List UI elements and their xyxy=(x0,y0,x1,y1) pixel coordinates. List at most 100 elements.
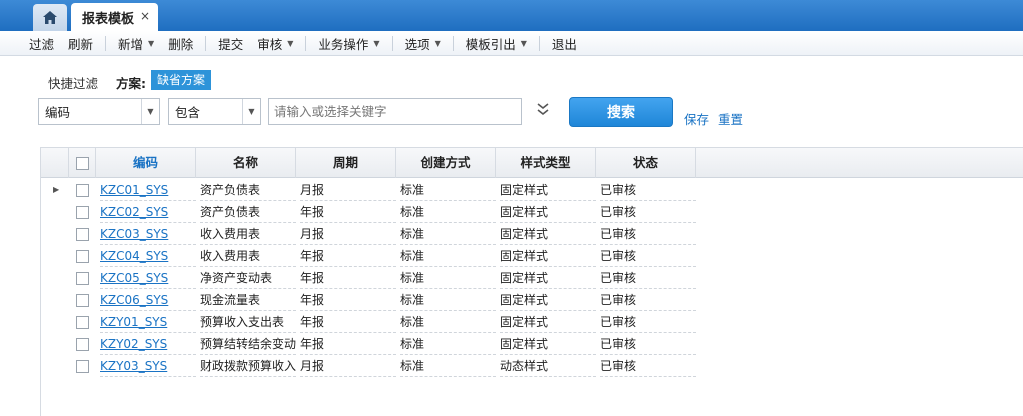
cell-status: 已审核 xyxy=(600,333,696,355)
table-row[interactable]: KZC04_SYS 收入费用表 年报 标准 固定样式 已审核 xyxy=(41,245,1023,267)
cell-create-method: 标准 xyxy=(400,267,496,289)
template-code-link[interactable]: KZY03_SYS xyxy=(100,359,167,373)
toolbar-button-4[interactable]: 提交 xyxy=(218,34,243,53)
toolbar-button-label: 刷新 xyxy=(68,36,94,52)
template-code-link[interactable]: KZC01_SYS xyxy=(100,183,168,197)
cell-code[interactable]: KZY03_SYS xyxy=(100,355,196,377)
template-code-link[interactable]: KZY02_SYS xyxy=(100,337,167,351)
cell-create-method: 标准 xyxy=(400,223,496,245)
table-row[interactable]: KZC06_SYS 现金流量表 年报 标准 固定样式 已审核 xyxy=(41,289,1023,311)
table-row[interactable]: KZY03_SYS 财政拨款预算收入 月报 标准 动态样式 已审核 xyxy=(41,355,1023,377)
row-checkbox[interactable] xyxy=(76,206,89,219)
toolbar-button-9[interactable]: 退出 xyxy=(552,34,577,53)
cell-name: 资产负债表 xyxy=(200,201,296,223)
cell-period: 年报 xyxy=(300,333,396,355)
cell-code[interactable]: KZC04_SYS xyxy=(100,245,196,267)
home-icon xyxy=(43,11,57,24)
toolbar-button-2[interactable]: 新增 ▼ xyxy=(118,34,154,53)
row-checkbox[interactable] xyxy=(76,316,89,329)
row-checkbox[interactable] xyxy=(76,228,89,241)
table-row[interactable]: KZC02_SYS 资产负债表 年报 标准 固定样式 已审核 xyxy=(41,201,1023,223)
table-row[interactable]: KZC05_SYS 净资产变动表 年报 标准 固定样式 已审核 xyxy=(41,267,1023,289)
cell-style-type: 固定样式 xyxy=(500,201,596,223)
row-checkbox[interactable] xyxy=(76,184,89,197)
cell-code[interactable]: KZC03_SYS xyxy=(100,223,196,245)
template-code-link[interactable]: KZC05_SYS xyxy=(100,271,168,285)
template-code-link[interactable]: KZY01_SYS xyxy=(100,315,167,329)
toolbar-button-label: 审核 xyxy=(257,36,283,52)
column-header-style-type[interactable]: 样式类型 xyxy=(496,148,596,178)
toolbar-button-1[interactable]: 刷新 xyxy=(68,34,93,53)
cell-style-type: 固定样式 xyxy=(500,333,596,355)
row-select-cell xyxy=(76,333,96,355)
cell-style-type: 固定样式 xyxy=(500,179,596,201)
cell-period: 年报 xyxy=(300,267,396,289)
template-code-link[interactable]: KZC02_SYS xyxy=(100,205,168,219)
cell-code[interactable]: KZC05_SYS xyxy=(100,267,196,289)
toolbar-button-7[interactable]: 选项 ▼ xyxy=(405,34,441,53)
tab-home[interactable] xyxy=(33,4,67,31)
table-row[interactable]: KZC03_SYS 收入费用表 月报 标准 固定样式 已审核 xyxy=(41,223,1023,245)
chevron-down-icon[interactable]: ▼ xyxy=(141,99,159,124)
cell-code[interactable]: KZC02_SYS xyxy=(100,201,196,223)
toolbar-button-label: 业务操作 xyxy=(318,36,369,52)
column-header-create-method[interactable]: 创建方式 xyxy=(396,148,496,178)
close-icon[interactable]: × xyxy=(140,9,150,23)
row-checkbox[interactable] xyxy=(76,294,89,307)
column-header-code[interactable]: 编码 xyxy=(96,148,196,178)
search-button[interactable]: 搜索 xyxy=(569,97,673,127)
cell-name: 现金流量表 xyxy=(200,289,296,311)
cell-create-method: 标准 xyxy=(400,311,496,333)
row-checkbox[interactable] xyxy=(76,360,89,373)
toolbar-button-8[interactable]: 模板引出 ▼ xyxy=(466,34,527,53)
select-all-checkbox[interactable] xyxy=(75,157,89,170)
column-header-status[interactable]: 状态 xyxy=(596,148,696,178)
toolbar-button-5[interactable]: 审核 ▼ xyxy=(257,34,293,53)
reset-link[interactable]: 重置 xyxy=(718,109,743,128)
tab-report-template[interactable]: 报表模板 × xyxy=(71,3,158,31)
cell-style-type: 固定样式 xyxy=(500,311,596,333)
operator-select[interactable]: 包含 ▼ xyxy=(168,98,261,125)
toolbar-button-0[interactable]: 过滤 xyxy=(29,34,54,53)
cell-code[interactable]: KZY01_SYS xyxy=(100,311,196,333)
cell-period: 年报 xyxy=(300,245,396,267)
toolbar-button-label: 新增 xyxy=(118,36,144,52)
cell-style-type: 固定样式 xyxy=(500,245,596,267)
table-row[interactable]: KZY01_SYS 预算收入支出表 年报 标准 固定样式 已审核 xyxy=(41,311,1023,333)
chevron-down-icon[interactable]: ▼ xyxy=(242,99,260,124)
row-select-cell xyxy=(76,311,96,333)
select-all-cell xyxy=(69,148,96,178)
row-checkbox[interactable] xyxy=(76,338,89,351)
toolbar: 过滤 刷新 新增 ▼ 删除 提交 审核 ▼ 业务操作 ▼ 选项 ▼ 模板引出 ▼ 退出 xyxy=(0,31,1023,56)
save-link[interactable]: 保存 xyxy=(684,109,709,128)
cell-code[interactable]: KZC01_SYS xyxy=(100,179,196,201)
cell-style-type: 固定样式 xyxy=(500,267,596,289)
search-input[interactable] xyxy=(268,98,522,125)
table-row[interactable]: KZY02_SYS 预算结转结余变动 年报 标准 固定样式 已审核 xyxy=(41,333,1023,355)
field-select-value: 编码 xyxy=(45,105,71,120)
toolbar-button-label: 模板引出 xyxy=(465,36,516,52)
cell-code[interactable]: KZY02_SYS xyxy=(100,333,196,355)
cell-name: 财政拨款预算收入 xyxy=(200,355,296,377)
caret-down-icon: ▼ xyxy=(373,38,380,48)
caret-down-icon: ▼ xyxy=(520,38,527,48)
row-checkbox[interactable] xyxy=(76,272,89,285)
field-select[interactable]: 编码 ▼ xyxy=(38,98,160,125)
cell-name: 预算收入支出表 xyxy=(200,311,296,333)
toolbar-button-label: 选项 xyxy=(404,36,430,52)
row-checkbox[interactable] xyxy=(76,250,89,263)
toolbar-button-3[interactable]: 删除 xyxy=(168,34,193,53)
template-code-link[interactable]: KZC04_SYS xyxy=(100,249,168,263)
column-header-name[interactable]: 名称 xyxy=(196,148,296,178)
column-header-period[interactable]: 周期 xyxy=(296,148,396,178)
cell-create-method: 标准 xyxy=(400,333,496,355)
table-row[interactable]: ▶ KZC01_SYS 资产负债表 月报 标准 固定样式 已审核 xyxy=(41,179,1023,201)
scheme-badge[interactable]: 缺省方案 xyxy=(151,70,212,90)
expand-icon[interactable] xyxy=(536,101,550,117)
cell-create-method: 标准 xyxy=(400,355,496,377)
template-code-link[interactable]: KZC06_SYS xyxy=(100,293,168,307)
cell-period: 月报 xyxy=(300,179,396,201)
toolbar-button-6[interactable]: 业务操作 ▼ xyxy=(318,34,379,53)
template-code-link[interactable]: KZC03_SYS xyxy=(100,227,168,241)
cell-code[interactable]: KZC06_SYS xyxy=(100,289,196,311)
